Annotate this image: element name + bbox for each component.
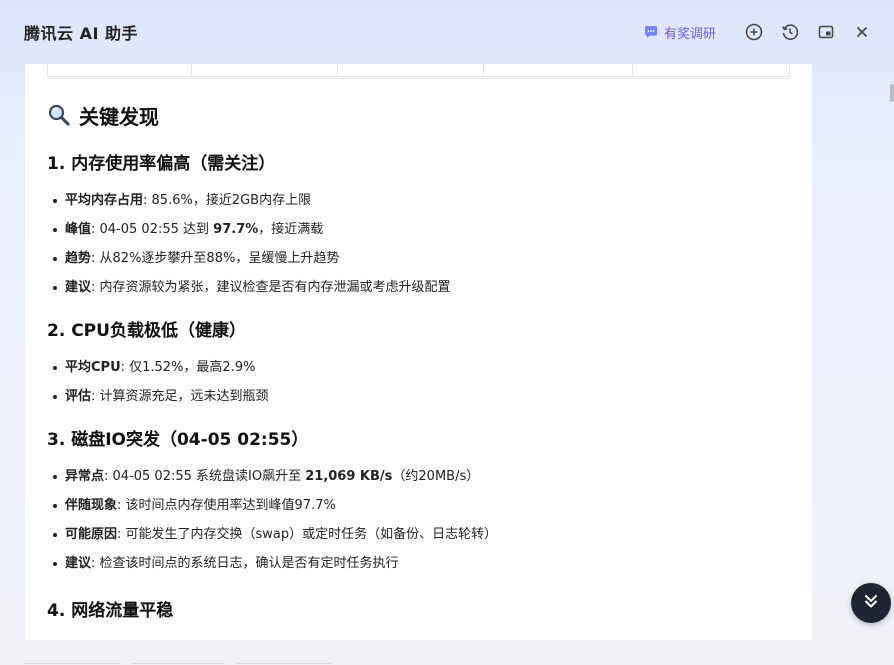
title-bar: 腾讯云 AI 助手 有奖调研 bbox=[0, 0, 894, 64]
item-label: 建议 bbox=[65, 556, 92, 571]
item-text: : 85.6%，接近2GB内存上限 bbox=[143, 193, 312, 208]
item-text: : 04-05 02:55 系统盘读IO飙升至 bbox=[104, 469, 306, 484]
finding-list: 异常点: 04-05 02:55 系统盘读IO飙升至 21,069 KB/s（约… bbox=[47, 462, 787, 578]
section-heading-text: 关键发现 bbox=[79, 104, 159, 129]
scroll-to-bottom-button[interactable] bbox=[851, 583, 891, 623]
item-label: 建议 bbox=[65, 280, 92, 295]
item-label: 异常点 bbox=[65, 469, 105, 484]
list-item: 异常点: 04-05 02:55 系统盘读IO飙升至 21,069 KB/s（约… bbox=[47, 462, 787, 491]
item-label: 平均内存占用 bbox=[65, 193, 144, 208]
list-item: 伴随现象: 该时间点内存使用率达到峰值97.7% bbox=[47, 491, 787, 520]
table-cell bbox=[484, 64, 634, 76]
item-text: : 仅1.52%，最高2.9% bbox=[120, 360, 256, 375]
item-text: : 计算资源充足，远未达到瓶颈 bbox=[91, 389, 269, 404]
table-cell bbox=[48, 64, 192, 76]
table-cell bbox=[338, 64, 484, 76]
list-item: 峰值: 04-05 02:55 达到 97.7%，接近满载 bbox=[47, 215, 787, 244]
item-label: 伴随现象 bbox=[65, 498, 118, 513]
app-title: 腾讯云 AI 助手 bbox=[24, 24, 138, 43]
finding-block: 4. 网络流量平稳 bbox=[47, 598, 787, 624]
finding-list: 平均CPU: 仅1.52%，最高2.9% 评估: 计算资源充足，远未达到瓶颈 bbox=[47, 353, 787, 411]
finding-title: 2. CPU负载极低（健康） bbox=[47, 321, 246, 341]
item-text: : 04-05 02:55 达到 bbox=[91, 222, 214, 237]
list-item: 评估: 计算资源充足，远未达到瓶颈 bbox=[47, 382, 787, 411]
finding-title: 4. 网络流量平稳 bbox=[47, 601, 174, 621]
double-chevron-down-icon bbox=[861, 591, 881, 615]
item-label: 趋势 bbox=[65, 251, 92, 266]
item-label: 评估 bbox=[65, 389, 92, 404]
list-item: 趋势: 从82%逐步攀升至88%，呈缓慢上升趋势 bbox=[47, 244, 787, 273]
magnifier-icon bbox=[47, 103, 71, 127]
chat-message-panel: 关键发现 1. 内存使用率偏高（需关注） 平均内存占用: 85.6%，接近2GB… bbox=[25, 64, 812, 640]
item-text: （约20MB/s） bbox=[392, 469, 480, 484]
list-item: 平均CPU: 仅1.52%，最高2.9% bbox=[47, 353, 787, 382]
item-text: : 检查该时间点的系统日志，确认是否有定时任务执行 bbox=[91, 556, 399, 571]
survey-label: 有奖调研 bbox=[663, 26, 716, 42]
table-remnant bbox=[47, 64, 790, 77]
divider bbox=[47, 78, 790, 79]
table-cell bbox=[192, 64, 339, 76]
list-item: 平均内存占用: 85.6%，接近2GB内存上限 bbox=[47, 186, 787, 215]
list-item: 建议: 内存资源较为紧张，建议检查是否有内存泄漏或考虑升级配置 bbox=[47, 273, 787, 302]
item-text: : 可能发生了内存交换（swap）或定时任务（如备份、日志轮转） bbox=[117, 527, 498, 542]
add-icon[interactable] bbox=[742, 20, 766, 44]
history-icon[interactable] bbox=[778, 20, 802, 44]
item-text: : 从82%逐步攀升至88%，呈缓慢上升趋势 bbox=[91, 251, 340, 266]
item-text: : 内存资源较为紧张，建议检查是否有内存泄漏或考虑升级配置 bbox=[91, 280, 451, 295]
finding-block: 1. 内存使用率偏高（需关注） 平均内存占用: 85.6%，接近2GB内存上限 … bbox=[47, 151, 787, 302]
chat-bubble-icon bbox=[643, 24, 659, 40]
item-label: 平均CPU bbox=[65, 360, 121, 375]
item-strong: 21,069 KB/s bbox=[305, 469, 393, 484]
window-mode-icon[interactable] bbox=[814, 20, 838, 44]
survey-button[interactable]: 有奖调研 bbox=[643, 23, 716, 42]
finding-block: 3. 磁盘IO突发（04-05 02:55） 异常点: 04-05 02:55 … bbox=[47, 427, 787, 578]
close-icon[interactable] bbox=[850, 20, 874, 44]
item-label: 可能原因 bbox=[65, 527, 118, 542]
item-text: ，接近满载 bbox=[258, 222, 324, 237]
finding-list: 平均内存占用: 85.6%，接近2GB内存上限 峰值: 04-05 02:55 … bbox=[47, 186, 787, 302]
finding-title: 3. 磁盘IO突发（04-05 02:55） bbox=[47, 430, 309, 450]
finding-block: 2. CPU负载极低（健康） 平均CPU: 仅1.52%，最高2.9% 评估: … bbox=[47, 318, 787, 411]
list-item: 建议: 检查该时间点的系统日志，确认是否有定时任务执行 bbox=[47, 549, 787, 578]
list-item: 可能原因: 可能发生了内存交换（swap）或定时任务（如备份、日志轮转） bbox=[47, 520, 787, 549]
item-text: : 该时间点内存使用率达到峰值97.7% bbox=[117, 498, 336, 513]
title-actions: 有奖调研 bbox=[643, 20, 874, 44]
message-content: 关键发现 1. 内存使用率偏高（需关注） 平均内存占用: 85.6%，接近2GB… bbox=[47, 99, 787, 624]
finding-title: 1. 内存使用率偏高（需关注） bbox=[47, 154, 276, 174]
scrollbar-thumb[interactable] bbox=[890, 84, 894, 102]
table-cell bbox=[633, 64, 789, 76]
item-strong: 97.7% bbox=[213, 222, 259, 237]
item-label: 峰值 bbox=[65, 222, 92, 237]
section-heading: 关键发现 bbox=[47, 99, 787, 131]
